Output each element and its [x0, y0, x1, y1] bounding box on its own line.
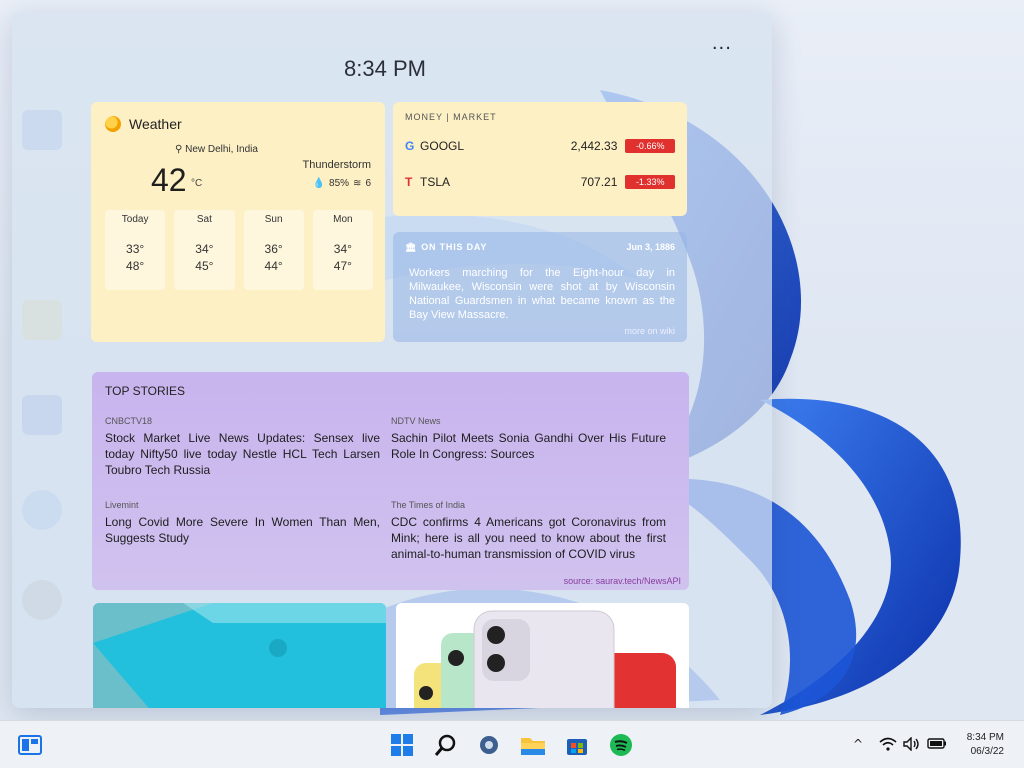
story-source: Livemint — [105, 500, 139, 510]
more-on-wiki-link[interactable]: more on wiki — [624, 326, 675, 336]
sun-cloud-icon — [105, 116, 121, 132]
weather-location: ⚲ New Delhi, India — [175, 144, 258, 155]
settings-icon[interactable] — [474, 731, 504, 759]
file-explorer-icon[interactable] — [518, 731, 548, 759]
spotify-icon[interactable] — [606, 731, 636, 759]
weather-widget[interactable]: Weather ⚲ New Delhi, India 42 °C Thunder… — [91, 102, 385, 342]
stories-source-note: source: saurav.tech/NewsAPI — [563, 576, 681, 586]
stock-symbol: TSLA — [420, 175, 451, 189]
forecast-day: Today 33° 48° — [105, 210, 166, 290]
museum-icon: 🏛 — [405, 242, 418, 252]
market-title: MONEY | MARKET — [405, 112, 497, 122]
weather-title: Weather — [129, 116, 182, 132]
stock-change-badge: -1.33% — [625, 175, 675, 189]
story-headline: Sachin Pilot Meets Sonia Gandhi Over His… — [391, 431, 666, 461]
microsoft-store-icon[interactable] — [562, 731, 592, 759]
phone-image-card-blue[interactable] — [93, 603, 386, 708]
search-icon[interactable] — [431, 731, 461, 759]
taskbar: ^ 8:34 PM 06/3/22 — [0, 720, 1024, 768]
chevron-up-icon[interactable]: ^ — [853, 737, 863, 751]
forecast-row: Today 33° 48° Sat 34° 45° Sun 36° 44° Mo… — [105, 210, 373, 290]
story-item[interactable]: The Times of India CDC confirms 4 Americ… — [391, 500, 666, 562]
stock-row[interactable]: T TSLA 707.21 -1.33% — [405, 172, 675, 192]
forecast-day: Sun 36° 44° — [243, 210, 304, 290]
clock-time: 8:34 PM — [966, 732, 1004, 743]
wind-icon: ≋ — [353, 178, 362, 189]
taskbar-clock[interactable]: 8:34 PM 06/3/22 — [967, 731, 1004, 759]
forecast-day: Sat 34° 45° — [174, 210, 235, 290]
story-headline: CDC confirms 4 Americans got Coronavirus… — [391, 515, 666, 561]
tesla-logo-icon: T — [405, 175, 413, 189]
forecast-day: Mon 34° 47° — [312, 210, 373, 290]
widgets-icon[interactable] — [15, 731, 45, 759]
stock-row[interactable]: G GOOGL 2,442.33 -0.66% — [405, 136, 675, 156]
top-stories-title: TOP STORIES — [105, 384, 186, 398]
current-temperature: 42 — [151, 162, 187, 198]
wifi-icon[interactable] — [879, 737, 897, 754]
market-widget[interactable]: MONEY | MARKET G GOOGL 2,442.33 -0.66% T… — [393, 102, 687, 216]
more-horizontal-icon[interactable]: ··· — [712, 38, 732, 59]
humidity-icon: 💧 — [312, 178, 326, 189]
windows-start-icon[interactable] — [387, 731, 417, 759]
location-pin-icon: ⚲ — [175, 144, 183, 155]
stock-price: 707.21 — [580, 175, 618, 189]
story-source: CNBCTV18 — [105, 416, 153, 426]
humidity-value: 85% — [329, 178, 350, 189]
wind-value: 6 — [365, 178, 371, 189]
battery-icon[interactable] — [927, 737, 947, 752]
weather-details: 💧 85% ≋ 6 — [313, 178, 371, 189]
stock-symbol: GOOGL — [420, 139, 465, 153]
blue-phone-image — [93, 603, 386, 708]
clock-date: 06/3/22 — [970, 746, 1004, 757]
story-source: NDTV News — [391, 416, 441, 426]
story-item[interactable]: Livemint Long Covid More Severe In Women… — [105, 500, 380, 546]
widgets-panel: 8:34 PM ··· Weather ⚲ New Delhi, India 4… — [12, 12, 772, 708]
temperature-unit: °C — [191, 178, 203, 189]
story-item[interactable]: NDTV News Sachin Pilot Meets Sonia Gandh… — [391, 416, 666, 462]
story-source: The Times of India — [391, 500, 466, 510]
story-item[interactable]: CNBCTV18 Stock Market Live News Updates:… — [105, 416, 380, 478]
panel-clock: 8:34 PM — [344, 56, 426, 81]
on-this-day-text: Workers marching for the Eight-hour day … — [409, 267, 675, 321]
on-this-day-widget[interactable]: 🏛 ON THIS DAY Jun 3, 1886 Workers marchi… — [393, 232, 687, 342]
weather-header: Weather — [105, 116, 182, 132]
on-this-day-date: Jun 3, 1886 — [626, 242, 675, 252]
stock-change-badge: -0.66% — [625, 139, 675, 153]
weather-condition: Thunderstorm — [302, 159, 371, 171]
story-headline: Long Covid More Severe In Women Than Men… — [105, 515, 380, 545]
iphone-colors-image — [396, 603, 689, 708]
volume-icon[interactable] — [903, 736, 921, 754]
stock-price: 2,442.33 — [570, 139, 618, 153]
phone-image-card-colors[interactable] — [396, 603, 689, 708]
story-headline: Stock Market Live News Updates: Sensex l… — [105, 431, 380, 477]
google-logo-icon: G — [405, 139, 415, 153]
on-this-day-header: 🏛 ON THIS DAY — [405, 242, 488, 252]
top-stories-widget: TOP STORIES CNBCTV18 Stock Market Live N… — [92, 372, 689, 590]
